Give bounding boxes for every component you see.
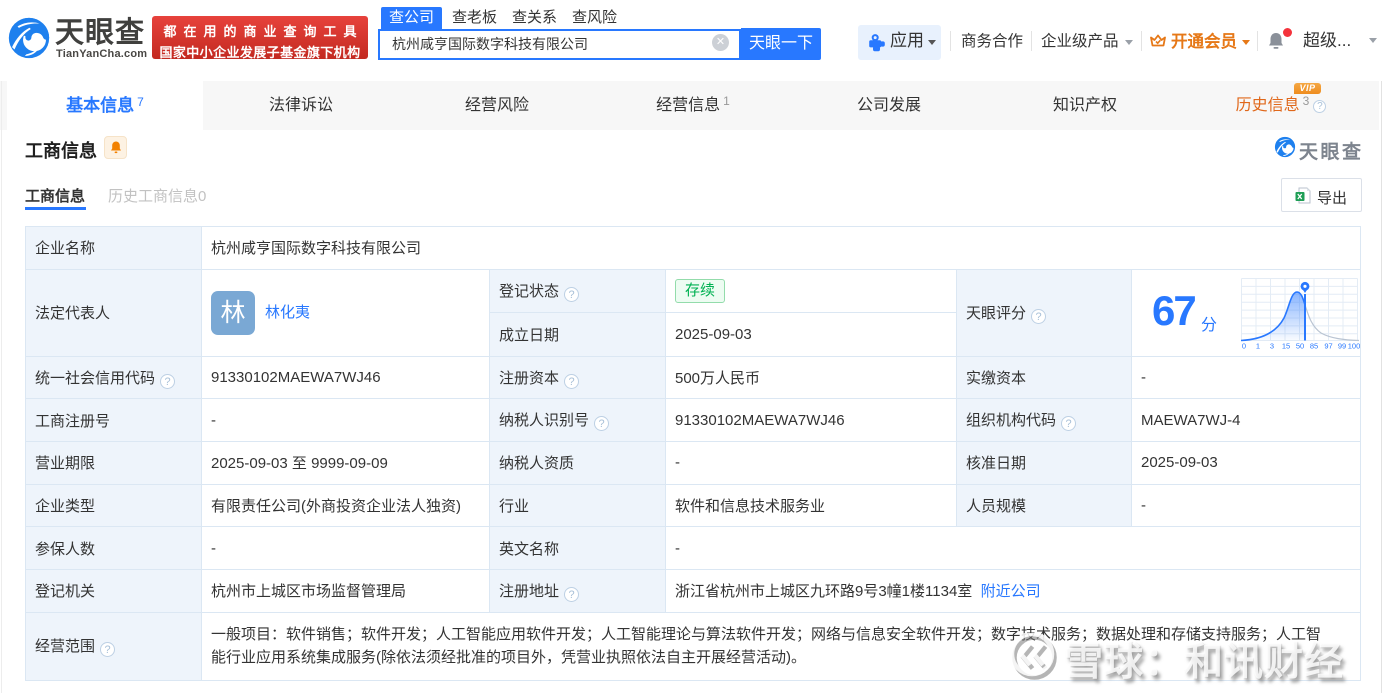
svg-text:97: 97 bbox=[1324, 341, 1332, 350]
svg-text:85: 85 bbox=[1310, 341, 1318, 350]
svg-text:0: 0 bbox=[1242, 341, 1246, 350]
svg-text:1: 1 bbox=[1256, 341, 1260, 350]
svg-text:15: 15 bbox=[1282, 341, 1290, 350]
svg-text:3: 3 bbox=[1270, 341, 1274, 350]
svg-text:99: 99 bbox=[1338, 341, 1346, 350]
svg-text:100: 100 bbox=[1348, 341, 1360, 350]
svg-text:50: 50 bbox=[1296, 341, 1304, 350]
